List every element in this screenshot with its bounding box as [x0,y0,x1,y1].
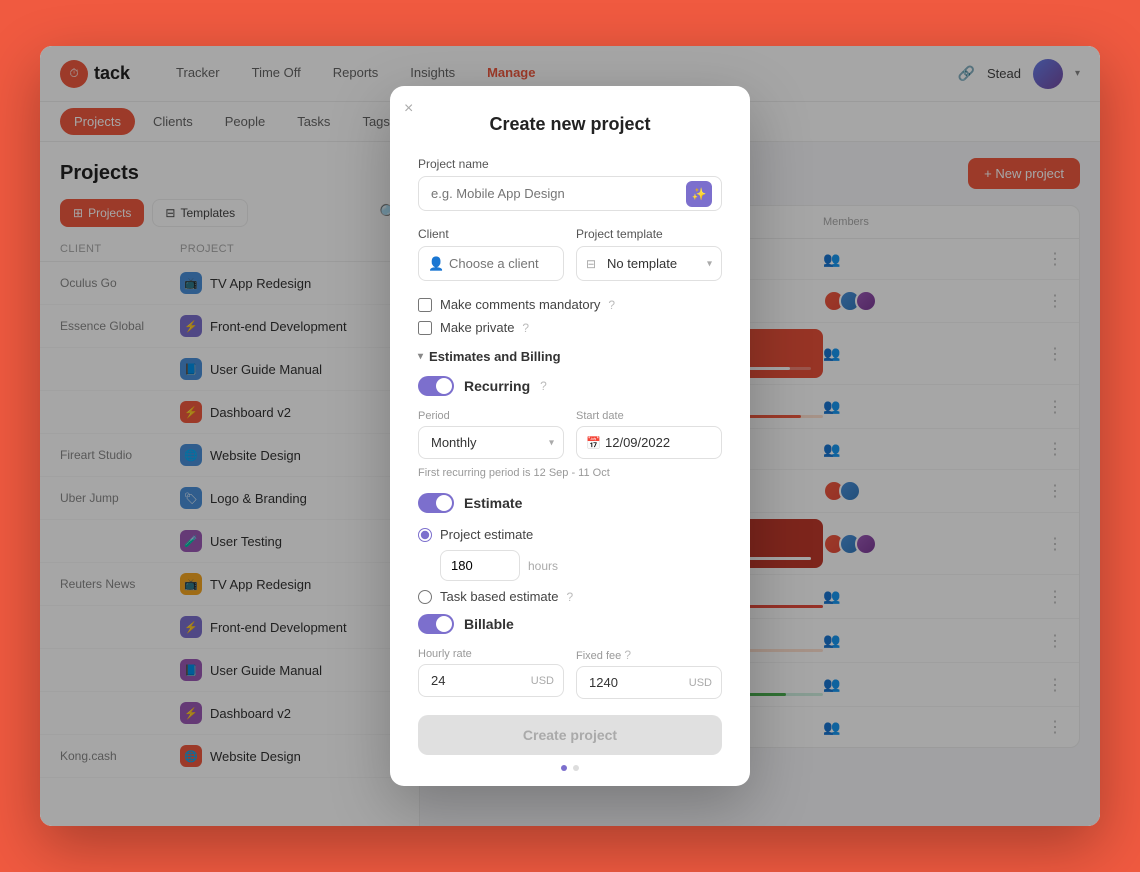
fee-row: Hourly rate USD Fixed fee ? USD [418,648,722,699]
make-private-label: Make private [440,320,514,335]
estimate-input-row: hours [440,550,722,581]
create-project-button[interactable]: Create project [418,715,722,755]
recurring-toggle[interactable] [418,376,454,396]
client-group: Client 👤 [418,227,564,281]
template-label: Project template [576,227,722,241]
client-input-wrap: 👤 [418,246,564,281]
template-group: Project template ⊟ No template ▾ [576,227,722,281]
project-estimate-radio[interactable] [418,528,432,542]
client-label: Client [418,227,564,241]
calendar-icon: 📅 [586,436,601,450]
make-private-checkbox[interactable] [418,321,432,335]
task-based-estimate-label: Task based estimate [440,589,559,604]
period-row: Period Monthly Weekly Bi-weekly Quarterl… [418,410,722,459]
hourly-rate-unit: USD [531,675,554,687]
toggle-knob [436,495,452,511]
toggle-knob [436,616,452,632]
help-icon: ? [567,590,574,604]
period-group: Period Monthly Weekly Bi-weekly Quarterl… [418,410,564,459]
modal-title: Create new project [418,114,722,135]
chevron-down-icon: ▾ [418,351,423,362]
hourly-rate-group: Hourly rate USD [418,648,564,699]
project-name-group: Project name ✨ [418,157,722,211]
project-estimate-row: Project estimate [418,527,722,542]
dot-1 [561,765,567,771]
hours-unit-label: hours [528,559,558,573]
help-icon: ? [608,298,615,312]
project-estimate-label: Project estimate [440,527,533,542]
hourly-rate-input-wrap: USD [418,664,564,697]
fixed-fee-group: Fixed fee ? USD [576,648,722,699]
start-date-label: Start date [576,410,722,422]
close-button[interactable]: × [404,100,413,118]
template-icon: ⊟ [586,257,596,271]
estimate-hours-input[interactable] [440,550,520,581]
period-select[interactable]: Monthly Weekly Bi-weekly Quarterly [418,426,564,459]
pagination-dots [418,765,722,771]
hourly-rate-label: Hourly rate [418,648,564,660]
fixed-fee-unit: USD [689,677,712,689]
task-based-estimate-row: Task based estimate ? [418,589,722,604]
make-comments-label: Make comments mandatory [440,297,600,312]
estimate-toggle[interactable] [418,493,454,513]
estimate-label: Estimate [464,495,522,511]
project-name-input[interactable] [418,176,722,211]
billable-toggle[interactable] [418,614,454,634]
help-icon: ? [522,321,529,335]
help-icon: ? [624,648,631,662]
magic-icon: ✨ [686,181,712,207]
make-comments-checkbox[interactable] [418,298,432,312]
period-select-wrap: Monthly Weekly Bi-weekly Quarterly ▾ [418,426,564,459]
start-date-group: Start date 📅 [576,410,722,459]
period-label: Period [418,410,564,422]
recurring-toggle-row: Recurring ? [418,376,722,396]
person-icon: 👤 [428,256,444,272]
fixed-fee-input-wrap: USD [576,666,722,699]
fixed-fee-label: Fixed fee ? [576,648,722,662]
project-name-label: Project name [418,157,722,171]
billable-label: Billable [464,616,514,632]
make-comments-mandatory-row: Make comments mandatory ? [418,297,722,312]
client-template-row: Client 👤 Project template ⊟ No template … [418,227,722,297]
toggle-knob [436,378,452,394]
modal-overlay[interactable]: × Create new project Project name ✨ Clie… [40,46,1100,826]
dot-2 [573,765,579,771]
task-based-estimate-radio[interactable] [418,590,432,604]
template-select[interactable]: No template [576,246,722,281]
date-input-wrap: 📅 [576,426,722,459]
app-window: ⏱ tack Tracker Time Off Reports Insights… [40,46,1100,826]
billable-toggle-row: Billable [418,614,722,634]
create-project-modal: × Create new project Project name ✨ Clie… [390,86,750,786]
recurring-label: Recurring [464,378,530,394]
project-name-input-wrap: ✨ [418,176,722,211]
template-select-wrap: ⊟ No template ▾ [576,246,722,281]
make-private-row: Make private ? [418,320,722,335]
estimates-billing-label[interactable]: ▾ Estimates and Billing [418,349,722,364]
recurring-hint: First recurring period is 12 Sep - 11 Oc… [418,467,722,479]
estimate-toggle-row: Estimate [418,493,722,513]
recurring-help-icon: ? [540,379,547,393]
